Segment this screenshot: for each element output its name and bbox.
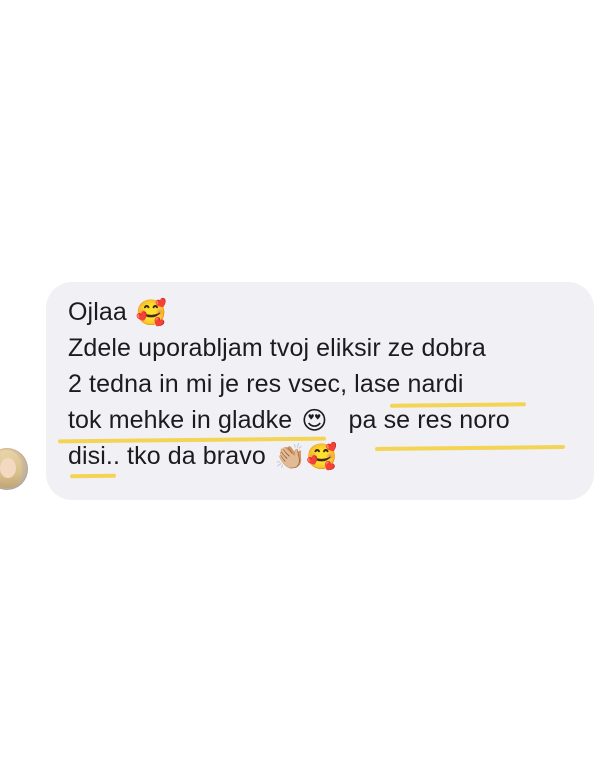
message-line-1: Ojlaa 🥰 xyxy=(68,294,588,330)
avatar-face xyxy=(0,458,16,478)
message-line-4: tok mehke in gladke 😍 pa se res noro xyxy=(68,402,588,438)
clapping-hands-icon: 👏🏼🥰 xyxy=(274,443,338,471)
highlight-underline-4 xyxy=(69,473,117,479)
message-line-3-text: 2 tedna in mi je res vsec, lase nardi xyxy=(68,370,464,398)
message-line-2: Zdele uporabljam tvoj eliksir ze dobra xyxy=(68,330,588,366)
message-text: Ojlaa 🥰 Zdele uporabljam tvoj eliksir ze… xyxy=(68,294,588,474)
smiling-face-with-hearts-icon: 🥰 xyxy=(135,299,168,327)
message-line-5-text: disi.. tko da bravo xyxy=(68,442,266,470)
message-line-4-text-after: pa se res noro xyxy=(348,406,510,434)
message-line-4-text: tok mehke in gladke xyxy=(68,406,293,434)
message-line-5: disi.. tko da bravo 👏🏼🥰 xyxy=(68,438,588,474)
chat-screen: Ojlaa 🥰 Zdele uporabljam tvoj eliksir ze… xyxy=(0,0,600,771)
sender-avatar[interactable] xyxy=(0,448,28,490)
message-line-3: 2 tedna in mi je res vsec, lase nardi xyxy=(68,366,588,402)
message-line-2-text: Zdele uporabljam tvoj eliksir ze dobra xyxy=(68,334,486,362)
heart-eyes-icon: 😍 xyxy=(301,407,328,435)
message-line-1-text: Ojlaa xyxy=(68,298,127,326)
